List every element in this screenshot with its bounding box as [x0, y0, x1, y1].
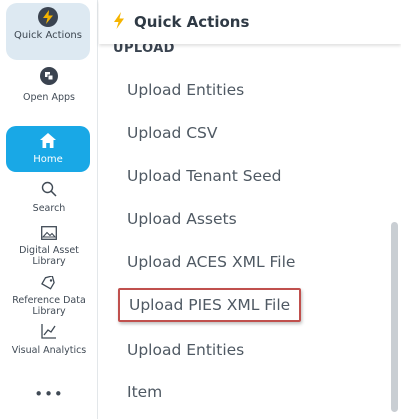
home-icon	[40, 133, 56, 152]
more-options-icon[interactable]: •••	[0, 385, 98, 403]
panel-title: Quick Actions	[134, 13, 250, 31]
action-item[interactable]: Item	[127, 383, 162, 401]
rail-item-home[interactable]: Home	[6, 126, 90, 172]
quick-actions-panel: Quick Actions UPLOAD Upload Entities Upl…	[99, 0, 401, 419]
panel-scrollbar[interactable]	[391, 222, 398, 412]
action-upload-tenant-seed[interactable]: Upload Tenant Seed	[127, 167, 282, 185]
rail-label-open-apps: Open Apps	[23, 92, 75, 103]
action-upload-csv[interactable]: Upload CSV	[127, 124, 218, 142]
lightning-bolt-icon	[38, 7, 58, 27]
rail-label-quick-actions: Quick Actions	[14, 30, 82, 41]
rail-item-open-apps[interactable]: Open Apps	[0, 66, 98, 103]
rail-item-digital-asset-library[interactable]: Digital Asset Library	[0, 225, 98, 267]
rail-item-search[interactable]: Search	[0, 181, 98, 214]
lightning-bolt-icon	[113, 11, 125, 33]
line-chart-icon	[41, 324, 57, 343]
rail-label-visual-analytics: Visual Analytics	[11, 345, 87, 356]
action-upload-pies-xml-file[interactable]: Upload PIES XML File	[118, 288, 302, 322]
rail-item-visual-analytics[interactable]: Visual Analytics	[0, 324, 98, 356]
action-upload-assets[interactable]: Upload Assets	[127, 210, 237, 228]
rail-label-reference-data-library: Reference Data Library	[12, 295, 86, 317]
rail-label-digital-asset-library: Digital Asset Library	[19, 245, 79, 267]
rail-item-quick-actions[interactable]: Quick Actions	[6, 3, 90, 60]
action-upload-entities-2[interactable]: Upload Entities	[127, 341, 244, 359]
rail-label-home: Home	[33, 154, 63, 165]
action-upload-aces-xml-file[interactable]: Upload ACES XML File	[127, 253, 295, 271]
open-apps-icon	[39, 66, 59, 90]
panel-header: Quick Actions	[99, 0, 401, 44]
tag-icon	[41, 275, 57, 294]
rail-label-search: Search	[32, 203, 66, 214]
rail-item-reference-data-library[interactable]: Reference Data Library	[0, 275, 98, 317]
left-navigation-rail: Quick Actions Open Apps Home Search Digi…	[0, 0, 98, 419]
action-upload-entities[interactable]: Upload Entities	[127, 81, 244, 99]
image-gallery-icon	[41, 225, 57, 244]
search-icon	[41, 181, 57, 201]
